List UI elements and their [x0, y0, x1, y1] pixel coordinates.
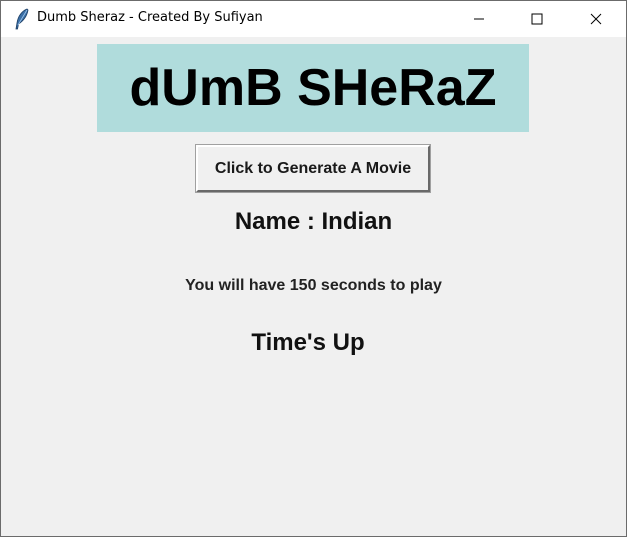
close-button[interactable] — [567, 1, 625, 37]
feather-icon — [15, 8, 29, 30]
main-content: dUmB SHeRaZ Click to Generate A Movie Na… — [1, 37, 626, 536]
minimize-button[interactable] — [450, 1, 508, 37]
close-icon — [590, 13, 602, 25]
minimize-icon — [474, 18, 484, 20]
maximize-button[interactable] — [508, 1, 566, 37]
movie-name-label: Name : Indian — [234, 208, 393, 235]
time-info-label: You will have 150 seconds to play — [185, 277, 442, 294]
app-banner: dUmB SHeRaZ — [97, 44, 529, 132]
window-title: Dumb Sheraz - Created By Sufiyan — [37, 10, 263, 25]
title-bar[interactable]: Dumb Sheraz - Created By Sufiyan — [1, 1, 626, 37]
generate-movie-button[interactable]: Click to Generate A Movie — [195, 144, 431, 193]
app-window: Dumb Sheraz - Created By Sufiyan dUmB SH… — [0, 0, 627, 537]
maximize-icon — [531, 13, 543, 25]
timer-status-label: Time's Up — [251, 329, 365, 356]
